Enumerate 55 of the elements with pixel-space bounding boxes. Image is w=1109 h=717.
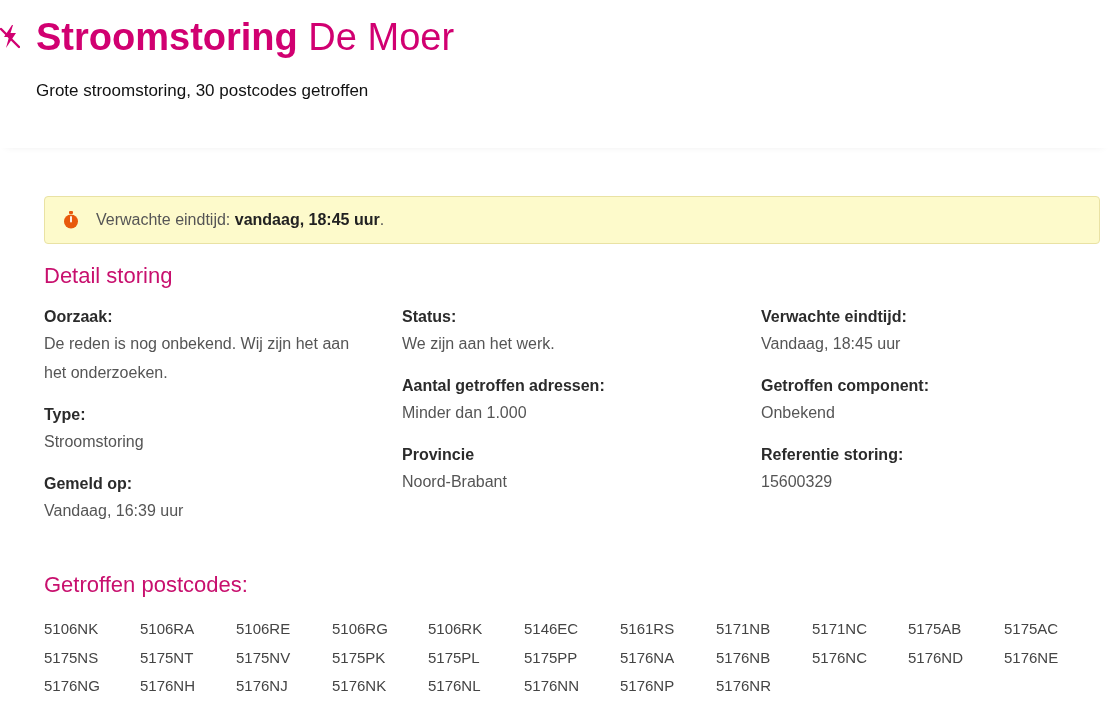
detail-value: 15600329 bbox=[761, 472, 834, 492]
detail-value: We zijn aan het werk. bbox=[402, 334, 556, 354]
section-heading: Detail storing bbox=[44, 262, 174, 290]
detail-value: Minder dan 1.000 bbox=[402, 403, 528, 423]
page-subtitle: Grote stroomstoring, 30 postcodes getroffen bbox=[36, 80, 370, 102]
postcode-text: 5176NB bbox=[716, 647, 771, 668]
detail-label: Oorzaak: bbox=[44, 307, 114, 327]
detail-value: Vandaag, 16:39 uur bbox=[44, 501, 185, 521]
crossed-bolt-icon bbox=[0, 24, 20, 50]
detail-value: Vandaag, 18:45 uur bbox=[761, 334, 902, 354]
postcode-text: 5171NC bbox=[812, 619, 868, 639]
page-title: Stroomstoring De Moer bbox=[36, 15, 455, 60]
detail-label: Verwachte eindtijd: bbox=[761, 307, 908, 327]
postcode-text: 5176NN bbox=[524, 676, 580, 696]
postcode-text: 5175AC bbox=[1004, 619, 1059, 639]
detail-label: Getroffen component: bbox=[761, 376, 930, 396]
postcode-text: 5175PK bbox=[332, 647, 386, 668]
postcode-text: 5106RK bbox=[428, 619, 483, 639]
detail-label: Aantal getroffen adressen: bbox=[402, 376, 606, 396]
postcode-text: 5106RA bbox=[140, 619, 195, 639]
detail-value: De reden is nog onbekend. Wij zijn het aan het onderzoeken. bbox=[44, 334, 351, 383]
stopwatch-icon bbox=[63, 211, 79, 229]
detail-label: Gemeld op: bbox=[44, 474, 133, 494]
section-heading: Getroffen postcodes: bbox=[44, 571, 249, 599]
postcode-text: 5176NR bbox=[716, 676, 772, 696]
detail-label: Type: bbox=[44, 405, 87, 425]
postcode-text: 5176NP bbox=[620, 676, 675, 696]
postcode-text: 5175PL bbox=[428, 647, 480, 668]
postcode-text: 5106NK bbox=[44, 619, 99, 639]
postcode-text: 5175NT bbox=[140, 647, 194, 668]
postcode-text: 5176NJ bbox=[236, 676, 288, 696]
postcode-text: 5176NE bbox=[1004, 647, 1059, 668]
postcode-text: 5161RS bbox=[620, 619, 675, 639]
notice-text: Verwachte eindtijd: vandaag, 18:45 uur. bbox=[96, 211, 385, 229]
postcode-text: 5175AB bbox=[908, 619, 962, 639]
detail-value: Onbekend bbox=[761, 403, 836, 423]
postcode-text: 5175NV bbox=[236, 647, 291, 668]
postcode-text: 5176NH bbox=[140, 676, 196, 696]
postcode-text: 5176ND bbox=[908, 647, 964, 668]
detail-value: Stroomstoring bbox=[44, 432, 145, 452]
postcode-text: 5176NA bbox=[620, 647, 675, 668]
postcode-text: 5176NK bbox=[332, 676, 387, 696]
postcode-text: 5176NL bbox=[428, 676, 481, 696]
detail-value: Noord-Brabant bbox=[402, 472, 508, 492]
postcode-text: 5176NG bbox=[44, 676, 100, 696]
detail-label: Status: bbox=[402, 307, 458, 327]
postcode-text: 5146EC bbox=[524, 619, 579, 639]
detail-label: Referentie storing: bbox=[761, 445, 905, 465]
postcode-text: 5106RG bbox=[332, 619, 388, 639]
postcode-text: 5175NS bbox=[44, 647, 99, 668]
postcode-text: 5171NB bbox=[716, 619, 771, 639]
postcode-text: 5106RE bbox=[236, 619, 291, 639]
postcode-text: 5175PP bbox=[524, 647, 578, 668]
detail-label: Provincie bbox=[402, 445, 476, 465]
postcode-text: 5176NC bbox=[812, 647, 868, 668]
